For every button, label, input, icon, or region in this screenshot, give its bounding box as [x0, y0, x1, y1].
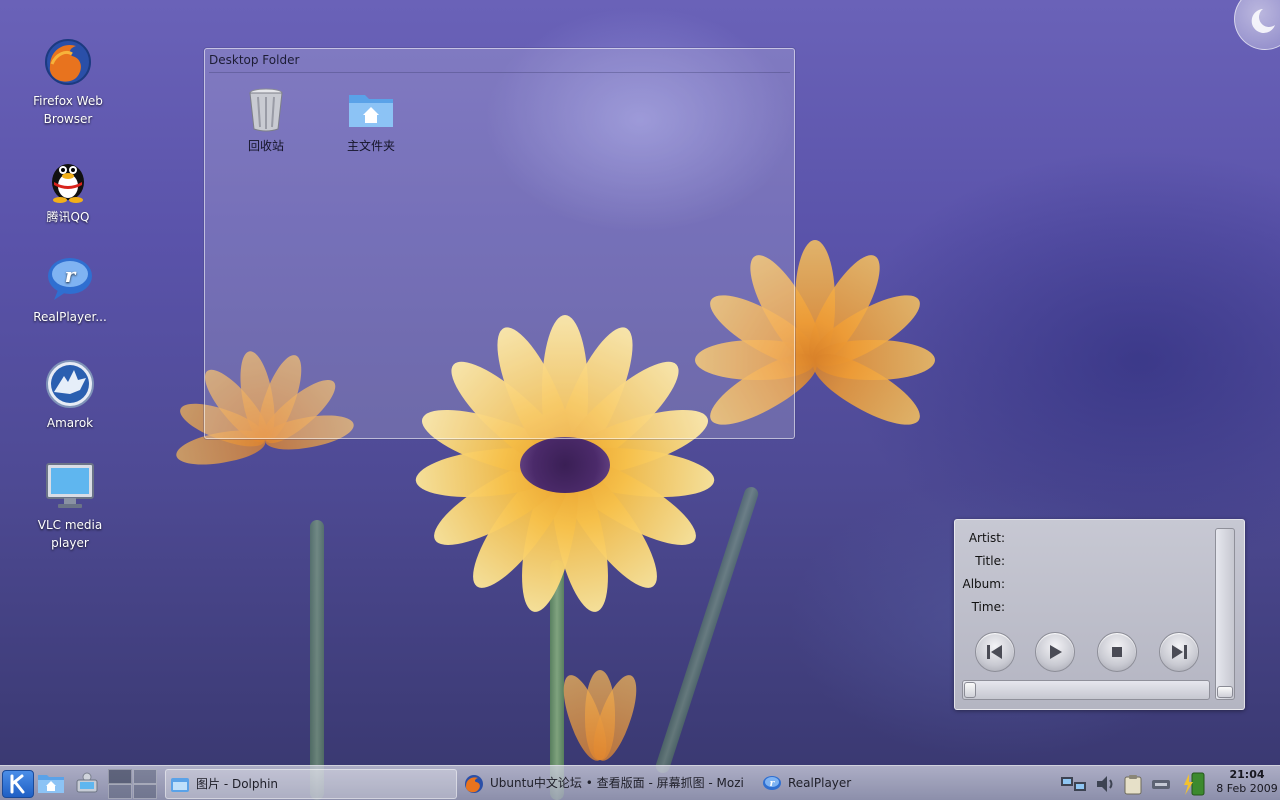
desktop-icon-label: VLC media — [37, 518, 103, 532]
computer-icon — [76, 772, 98, 793]
battery-icon[interactable] — [1182, 771, 1208, 796]
volume-slider[interactable] — [1215, 528, 1235, 700]
folder-view-title: Desktop Folder — [209, 53, 300, 67]
previous-icon — [987, 645, 1002, 659]
desktop-icon-label: RealPlayer... — [33, 310, 107, 324]
np-album-label: Album: — [962, 577, 1006, 591]
next-button[interactable] — [1159, 632, 1199, 672]
realplayer-icon: r — [44, 252, 96, 304]
dolphin-icon — [170, 775, 190, 795]
clock-time: 21:04 — [1229, 768, 1265, 781]
desktop-icon-realplayer[interactable]: r RealPlayer... — [20, 252, 120, 326]
pager-desktop-4[interactable] — [133, 784, 157, 799]
desktop-icon-qq[interactable]: 腾讯QQ — [18, 152, 118, 226]
folder-item-trash[interactable]: 回收站 — [226, 85, 306, 154]
system-launcher[interactable] — [73, 770, 101, 796]
position-slider[interactable] — [962, 680, 1210, 700]
qq-penguin-icon — [42, 152, 94, 204]
folder-item-label: 主文件夹 — [346, 139, 395, 153]
stop-icon — [1112, 647, 1122, 657]
digital-clock[interactable]: 21:04 8 Feb 2009 — [1214, 768, 1280, 796]
firefox-icon — [464, 774, 484, 794]
trash-icon — [242, 85, 290, 133]
home-folder-icon — [347, 85, 395, 133]
device-notifier-icon[interactable] — [1150, 773, 1172, 795]
task-dolphin[interactable]: 图片 - Dolphin — [165, 769, 457, 799]
taskbar: 图片 - Dolphin Ubuntu中文论坛 • 查看版面 - 屏幕抓图 - … — [0, 765, 1280, 800]
np-artist-label: Artist: — [968, 531, 1005, 545]
desktop-icon-label: Browser — [43, 112, 93, 126]
desktop-folder-widget[interactable]: Desktop Folder 回收站 主文件夹 — [204, 48, 795, 439]
task-firefox[interactable]: Ubuntu中文论坛 • 查看版面 - 屏幕抓图 - Mozi — [460, 769, 750, 797]
volume-slider-handle[interactable] — [1217, 686, 1233, 698]
clipboard-icon[interactable] — [1122, 773, 1144, 795]
folder-item-home[interactable]: 主文件夹 — [331, 85, 411, 154]
desktop-icon-label: Amarok — [46, 416, 94, 430]
desktop-icon-vlc[interactable]: VLC media player — [20, 460, 120, 552]
network-icon[interactable] — [1060, 773, 1088, 795]
desktop-pager[interactable] — [108, 769, 158, 799]
desktop-icon-label: 腾讯QQ — [46, 210, 90, 224]
kde-logo-icon — [10, 774, 25, 794]
monitor-icon — [44, 460, 96, 512]
amarok-wolf-icon — [44, 358, 96, 410]
kickoff-menu-button[interactable] — [2, 770, 34, 798]
firefox-icon — [42, 36, 94, 88]
task-label: RealPlayer — [788, 776, 852, 790]
desktop-toolbox-button[interactable] — [1234, 0, 1280, 50]
np-time-label: Time: — [971, 600, 1005, 614]
home-folder-launcher[interactable] — [37, 770, 65, 796]
volume-icon[interactable] — [1094, 773, 1116, 795]
folder-item-label: 回收站 — [247, 139, 284, 153]
task-label: 图片 - Dolphin — [196, 777, 279, 791]
moon-icon — [1251, 9, 1275, 33]
clock-date: 8 Feb 2009 — [1216, 782, 1278, 795]
next-icon — [1172, 645, 1187, 659]
desktop-icon-amarok[interactable]: Amarok — [20, 358, 120, 432]
realplayer-icon: r — [762, 774, 782, 794]
pager-desktop-1[interactable] — [108, 769, 132, 784]
folder-view-divider — [209, 72, 790, 73]
task-label: Ubuntu中文论坛 • 查看版面 - 屏幕抓图 - Mozi — [490, 776, 744, 790]
folder-icon — [38, 775, 64, 793]
np-title-label: Title: — [975, 554, 1005, 568]
desktop-icon-firefox[interactable]: Firefox Web Browser — [18, 36, 118, 128]
position-slider-handle[interactable] — [964, 682, 976, 698]
task-realplayer[interactable]: r RealPlayer — [758, 769, 1048, 797]
desktop-icon-label: player — [51, 536, 89, 550]
desktop-icon-label: Firefox Web — [33, 94, 103, 108]
previous-button[interactable] — [975, 632, 1015, 672]
pager-desktop-3[interactable] — [108, 784, 132, 799]
now-playing-widget: Artist: Title: Album: Time: — [954, 519, 1245, 710]
play-button[interactable] — [1035, 632, 1075, 672]
desktop[interactable]: Firefox Web Browser 腾讯QQ r RealPlayer...… — [0, 0, 1280, 800]
stop-button[interactable] — [1097, 632, 1137, 672]
pager-desktop-2[interactable] — [133, 769, 157, 784]
svg-text:r: r — [65, 263, 77, 287]
play-icon — [1050, 645, 1062, 659]
